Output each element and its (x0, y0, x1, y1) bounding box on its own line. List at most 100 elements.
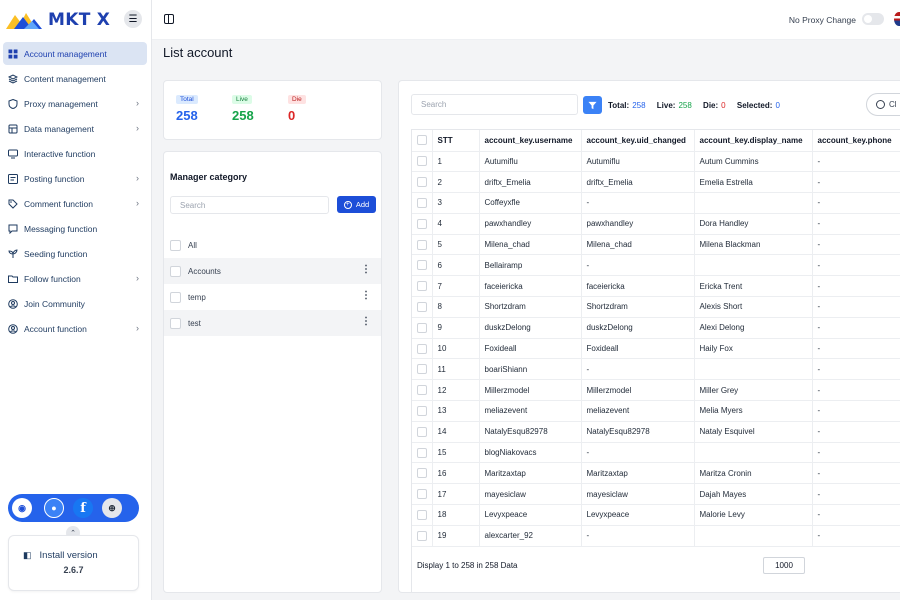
row-checkbox-cell[interactable] (412, 358, 433, 381)
row-checkbox[interactable] (417, 343, 427, 354)
table-row[interactable]: 12 Millerzmodel Millerzmodel Miller Grey - (412, 379, 900, 402)
table-row[interactable]: 11 boariShiann - - (412, 358, 900, 381)
category-item[interactable]: test ⋮ (164, 310, 381, 336)
row-checkbox-cell[interactable] (412, 296, 433, 318)
row-checkbox[interactable] (417, 260, 427, 271)
sidebar-item-data-management[interactable]: Data management › (3, 117, 147, 140)
row-checkbox-cell[interactable] (412, 400, 433, 422)
sidebar-item-account-function[interactable]: Account function › (3, 317, 147, 340)
column-header[interactable]: account_key.phone (812, 130, 900, 152)
row-checkbox-cell[interactable] (412, 525, 433, 547)
sidebar-item-proxy-management[interactable]: Proxy management › (3, 92, 147, 115)
category-item[interactable]: Accounts ⋮ (164, 258, 381, 284)
row-checkbox[interactable] (417, 447, 427, 458)
install-version-card[interactable]: ◧ Install version 2.6.7 (8, 535, 139, 591)
hamburger-icon[interactable]: ☰ (124, 10, 142, 28)
app-logo[interactable]: MKT X (6, 6, 121, 34)
row-checkbox[interactable] (417, 426, 427, 437)
row-checkbox-cell[interactable] (412, 234, 433, 256)
category-checkbox[interactable] (170, 317, 181, 329)
table-row[interactable]: 13 meliazevent meliazevent Melia Myers - (412, 400, 900, 422)
row-checkbox-cell[interactable] (412, 483, 433, 506)
table-row[interactable]: 6 Bellairamp - - (412, 254, 900, 277)
filter-button[interactable] (583, 96, 602, 114)
row-checkbox[interactable] (417, 281, 427, 292)
sidebar-item-comment-function[interactable]: Comment function › (3, 192, 147, 215)
column-header[interactable]: STT (432, 130, 480, 152)
table-row[interactable]: 19 alexcarter_92- - (412, 525, 900, 547)
sidebar-item-seeding-function[interactable]: Seeding function (3, 242, 147, 265)
row-checkbox-cell[interactable] (412, 213, 433, 235)
category-item[interactable]: temp ⋮ (164, 284, 381, 310)
table-row[interactable]: 8 Shortzdram Shortzdram Alexis Short - (412, 296, 900, 318)
sidebar-item-posting-function[interactable]: Posting function › (3, 167, 147, 190)
row-checkbox[interactable] (417, 530, 427, 541)
more-vertical-icon[interactable]: ⋮ (361, 265, 371, 275)
clear-button[interactable]: Cl (866, 93, 900, 116)
category-checkbox[interactable] (170, 239, 181, 251)
row-checkbox[interactable] (417, 177, 427, 188)
row-checkbox[interactable] (417, 364, 427, 375)
column-header[interactable]: account_key.username (479, 130, 582, 152)
support-icon[interactable]: ◉ (12, 498, 32, 518)
table-row[interactable]: 3 Coffeyxfle - - (412, 192, 900, 214)
row-checkbox[interactable] (417, 239, 427, 250)
category-checkbox[interactable] (170, 265, 181, 277)
table-row[interactable]: 7 faceiericka faceiericka Ericka Trent - (412, 275, 900, 298)
row-checkbox-cell[interactable] (412, 275, 433, 298)
sidebar-item-messaging-function[interactable]: Messaging function (3, 217, 147, 240)
messenger-icon[interactable]: ● (44, 498, 64, 518)
sidebar-item-follow-function[interactable]: Follow function › (3, 267, 147, 290)
row-checkbox-cell[interactable] (412, 317, 433, 339)
table-row[interactable]: 14 NatalyEsqu82978 NatalyEsqu82978 Nataly E… (412, 421, 900, 443)
table-row[interactable]: 5 Milena_chad Milena_chad Milena Blackman - (412, 234, 900, 256)
account-search-input[interactable] (411, 94, 578, 115)
row-checkbox[interactable] (417, 405, 427, 416)
row-checkbox-cell[interactable] (412, 421, 433, 443)
table-row[interactable]: 18 Levyxpeace Levyxpeace Malorie Levy - (412, 504, 900, 526)
sidebar-item-join-community[interactable]: Join Community (3, 292, 147, 315)
table-row[interactable]: 4 pawxhandley pawxhandley Dora Handley - (412, 213, 900, 235)
table-row[interactable]: 10 Foxideall Foxideall Haily Fox - (412, 338, 900, 360)
row-checkbox[interactable] (417, 218, 427, 229)
row-checkbox[interactable] (417, 322, 427, 333)
row-checkbox-cell[interactable] (412, 254, 433, 277)
category-search-input[interactable] (170, 196, 329, 214)
table-row[interactable]: 2 driftx_Emelia driftx_Emelia Emelia Estrel… (412, 171, 900, 194)
row-checkbox-cell[interactable] (412, 192, 433, 214)
row-checkbox[interactable] (417, 489, 427, 500)
row-checkbox-cell[interactable] (412, 171, 433, 194)
facebook-icon[interactable]: f (73, 498, 93, 518)
globe-icon[interactable]: ⊕ (102, 498, 122, 518)
row-checkbox-cell[interactable] (412, 338, 433, 360)
sidebar-panel-icon[interactable] (164, 14, 174, 24)
table-row[interactable]: 16 Maritzaxtap Maritzaxtap Maritza Cronin - (412, 462, 900, 485)
page-size-input[interactable] (763, 557, 805, 574)
row-checkbox-cell[interactable] (412, 379, 433, 402)
sidebar-item-interactive-function[interactable]: Interactive function (3, 142, 147, 165)
table-row[interactable]: 1 Autumiflu Autumiflu Autum Cummins - (412, 151, 900, 173)
table-row[interactable]: 17 mayesiclaw mayesiclaw Dajah Mayes - (412, 483, 900, 506)
category-checkbox[interactable] (170, 291, 181, 303)
row-checkbox[interactable] (417, 509, 427, 520)
row-checkbox-cell[interactable] (412, 462, 433, 485)
row-checkbox-cell[interactable] (412, 442, 433, 464)
row-checkbox[interactable] (417, 301, 427, 312)
row-checkbox[interactable] (417, 156, 427, 167)
language-flag-icon[interactable] (894, 12, 900, 26)
row-checkbox[interactable] (417, 468, 427, 479)
row-checkbox-cell[interactable] (412, 151, 433, 173)
proxy-change-toggle[interactable] (862, 13, 884, 25)
more-vertical-icon[interactable]: ⋮ (361, 291, 371, 301)
sidebar-item-account-management[interactable]: Account management (3, 42, 147, 65)
sidebar-item-content-management[interactable]: Content management (3, 67, 147, 90)
row-checkbox[interactable] (417, 385, 427, 396)
row-checkbox-cell[interactable] (412, 504, 433, 526)
category-item[interactable]: All (164, 232, 381, 258)
more-vertical-icon[interactable]: ⋮ (361, 317, 371, 327)
row-checkbox[interactable] (417, 197, 427, 208)
column-header[interactable]: account_key.uid_changed (581, 130, 695, 152)
table-row[interactable]: 15 blogNiakovacs - - (412, 442, 900, 464)
add-category-button[interactable]: + Add (337, 196, 376, 213)
table-row[interactable]: 9 duskzDelong duskzDelong Alexi Delong - (412, 317, 900, 339)
